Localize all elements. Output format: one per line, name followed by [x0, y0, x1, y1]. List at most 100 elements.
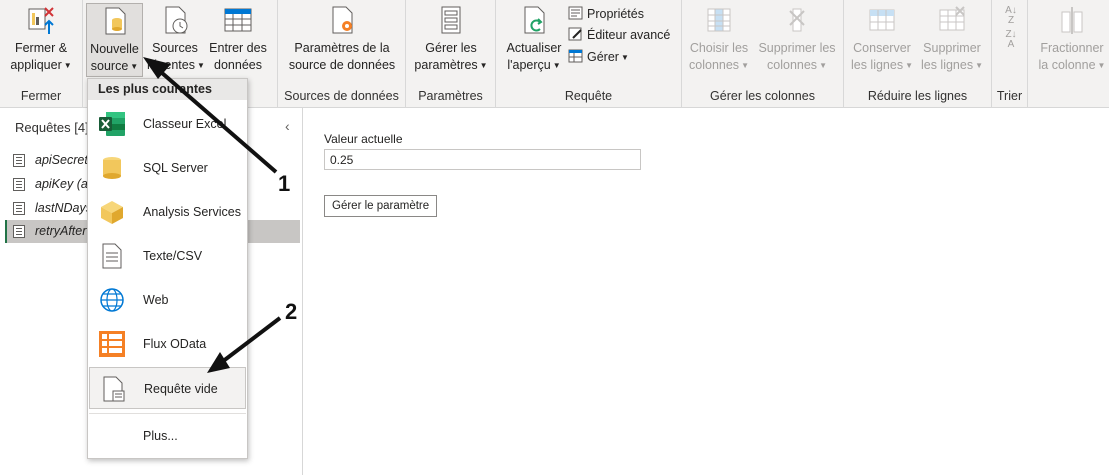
new-source-label-2: source: [90, 59, 129, 73]
blank-query-icon: [99, 375, 127, 403]
close-apply-icon: [25, 4, 57, 36]
current-value-input[interactable]: 0.25: [324, 149, 641, 170]
annotation-number-2: 2: [285, 299, 298, 324]
new-source-label-1: Nouvelle: [90, 42, 139, 56]
remove-cols-label-2: colonnes: [767, 58, 818, 72]
annotation-number-1: 1: [278, 171, 291, 196]
properties-icon: [568, 6, 584, 20]
remove-columns-icon: [781, 4, 813, 36]
new-source-button[interactable]: Nouvelle source ▼: [86, 3, 143, 77]
group-manage-columns: Choisir les colonnes ▼ Supprimer les colo…: [682, 0, 844, 108]
split-column-button[interactable]: Fractionner la colonne ▼: [1036, 4, 1108, 74]
manage-parameters-button[interactable]: Gérer les paramètres ▼: [412, 4, 490, 74]
remove-rows-button[interactable]: Supprimer les lignes ▼: [918, 4, 986, 74]
keep-rows-label-2: les lignes: [850, 58, 904, 72]
blank-query-item[interactable]: Requête vide: [89, 367, 246, 409]
group-label-close: Fermer: [20, 89, 62, 103]
database-icon: [98, 154, 126, 182]
group-label-query: Requête: [564, 89, 613, 103]
group-transform: Fractionner la colonne ▼: [1028, 0, 1109, 108]
split-col-label-1: Fractionner: [1040, 41, 1104, 55]
remove-columns-button[interactable]: Supprimer les colonnes ▼: [755, 4, 839, 74]
queries-pane-title: Requêtes [4]: [15, 120, 89, 135]
keep-rows-button[interactable]: Conserver les lignes ▼: [849, 4, 915, 74]
cube-icon: [98, 198, 126, 226]
remove-rows-label-2: les lignes: [920, 58, 974, 72]
choose-cols-label-1: Choisir les: [689, 41, 749, 55]
chevron-down-icon: ▼: [552, 61, 561, 71]
close-apply-label-1: Fermer &: [14, 41, 68, 55]
recent-sources-button[interactable]: Sources récentes ▼: [147, 4, 205, 74]
split-col-label-2: la colonne: [1038, 58, 1096, 72]
remove-cols-label-1: Supprimer les: [758, 41, 836, 55]
parameter-icon: [13, 178, 25, 191]
more-item[interactable]: Plus...: [89, 415, 246, 457]
manage-label: Gérer: [587, 50, 619, 64]
sql-server-item[interactable]: SQL Server: [89, 147, 246, 189]
data-source-settings-button[interactable]: Paramètres de la source de données: [284, 4, 400, 74]
dropdown-header: Les plus courantes: [88, 79, 247, 100]
sort-ascending-button[interactable]: A↓ Z: [1000, 6, 1022, 26]
dropdown-item-label: Web: [143, 293, 169, 307]
sort-descending-button[interactable]: Z↓ A: [1000, 30, 1022, 50]
parameter-editor: Valeur actuelle 0.25 Gérer le paramètre: [304, 108, 1109, 475]
group-sort: A↓ Z Z↓ A Trier: [992, 0, 1028, 108]
keep-rows-label-1: Conserver: [853, 41, 911, 55]
properties-button[interactable]: Propriétés: [568, 4, 644, 24]
group-label-data-sources: Sources de données: [284, 89, 399, 103]
group-label-sort: Trier: [996, 89, 1023, 103]
chevron-down-icon: ▼: [1097, 61, 1106, 71]
refresh-preview-button[interactable]: Actualiser l'aperçu ▼: [504, 4, 564, 74]
choose-columns-button[interactable]: Choisir les colonnes ▼: [687, 4, 751, 74]
chevron-down-icon: ▼: [819, 61, 827, 71]
close-apply-label-2: appliquer: [10, 58, 62, 72]
split-column-icon: [1056, 4, 1088, 36]
refresh-label-1: Actualiser: [506, 41, 562, 55]
choose-cols-label-2: colonnes: [689, 58, 740, 72]
refresh-icon: [518, 4, 550, 36]
current-value-label: Valeur actuelle: [324, 132, 403, 146]
enter-data-label-1: Entrer des: [209, 41, 267, 55]
odata-icon: [98, 330, 126, 358]
advanced-editor-label: Éditeur avancé: [587, 28, 671, 42]
choose-columns-icon: [703, 4, 735, 36]
parameter-icon: [13, 202, 25, 215]
analysis-services-item[interactable]: Analysis Services: [89, 191, 246, 233]
query-item-label: apiKey (ap: [35, 177, 95, 191]
recent-sources-label-1: Sources: [152, 41, 198, 55]
web-item[interactable]: Web: [89, 279, 246, 321]
chevron-down-icon: ▼: [975, 61, 984, 71]
document-icon: [98, 242, 126, 270]
ds-settings-label-2: source de données: [288, 58, 396, 72]
query-item-label: lastNDays: [35, 201, 92, 215]
group-reduce-rows: Conserver les lignes ▼ Supprimer les lign…: [844, 0, 992, 108]
new-source-icon: [99, 5, 131, 37]
text-csv-item[interactable]: Texte/CSV: [89, 235, 246, 277]
recent-sources-icon: [159, 4, 191, 36]
settings-document-icon: [326, 4, 358, 36]
group-label-reduce-rows: Réduire les lignes: [867, 89, 968, 103]
dropdown-item-label: Requête vide: [144, 382, 218, 396]
manage-params-label-2: paramètres: [414, 58, 478, 72]
parameter-icon: [13, 225, 25, 238]
dropdown-item-label: Classeur Excel: [143, 117, 227, 131]
enter-data-button[interactable]: Entrer des données: [205, 4, 271, 74]
chevron-down-icon: ▼: [620, 52, 629, 62]
collapse-pane-icon[interactable]: ‹: [285, 118, 290, 134]
parameter-icon: [13, 154, 25, 167]
chevron-down-icon: ▼: [905, 61, 914, 71]
ds-settings-label-1: Paramètres de la: [294, 41, 390, 55]
keep-rows-icon: [866, 4, 898, 36]
recent-sources-label-2: récentes: [147, 58, 195, 72]
advanced-editor-button[interactable]: Éditeur avancé: [568, 25, 670, 45]
close-apply-button[interactable]: Fermer & appliquer ▼: [6, 4, 76, 74]
dropdown-separator: [89, 413, 246, 414]
excel-workbook-item[interactable]: Classeur Excel: [89, 103, 246, 145]
globe-icon: [98, 286, 126, 314]
chevron-down-icon: ▼: [479, 61, 488, 71]
odata-feed-item[interactable]: Flux OData: [89, 323, 246, 365]
manage-button[interactable]: Gérer ▼: [568, 47, 629, 68]
query-item-label: retryAfter: [35, 224, 87, 238]
chevron-down-icon: ▼: [741, 61, 749, 71]
manage-parameter-button[interactable]: Gérer le paramètre: [324, 195, 438, 217]
